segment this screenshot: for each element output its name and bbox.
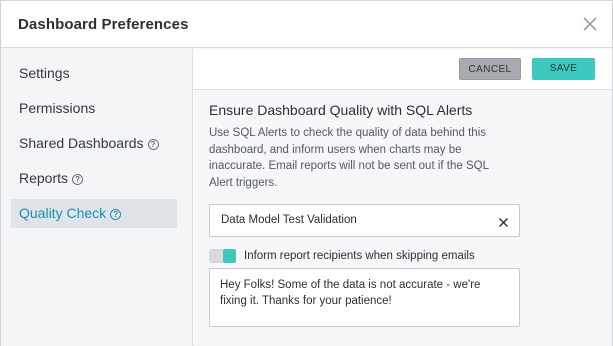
clear-icon[interactable] — [498, 215, 509, 227]
cancel-button[interactable]: CANCEL — [459, 58, 521, 80]
section-heading: Ensure Dashboard Quality with SQL Alerts — [209, 102, 473, 118]
sidebar-item-label: Settings — [19, 65, 70, 81]
sidebar-item-quality-check[interactable]: Quality Check? — [11, 199, 177, 228]
help-circle-icon[interactable]: ? — [72, 174, 84, 185]
action-toolbar: CANCEL SAVE — [194, 49, 612, 90]
quality-check-panel: Ensure Dashboard Quality with SQL Alerts… — [194, 90, 612, 346]
sidebar-item-label: Shared Dashboards — [19, 135, 144, 151]
dialog-title: Dashboard Preferences — [18, 16, 189, 33]
selected-alert-value: Data Model Test Validation — [221, 214, 357, 226]
sidebar-item-settings[interactable]: Settings — [11, 59, 177, 88]
toggle-knob — [223, 249, 236, 263]
sidebar-item-permissions[interactable]: Permissions — [11, 94, 177, 123]
dialog-header: Dashboard Preferences — [1, 1, 612, 48]
preferences-sidebar: Settings Permissions Shared Dashboards? … — [1, 49, 193, 346]
section-description: Use SQL Alerts to check the quality of d… — [209, 127, 489, 189]
sql-alert-select[interactable]: Data Model Test Validation — [209, 204, 520, 237]
save-button[interactable]: SAVE — [532, 58, 595, 80]
dashboard-preferences-dialog: Dashboard Preferences Settings Permissio… — [0, 0, 613, 346]
help-circle-icon[interactable]: ? — [147, 139, 159, 150]
sidebar-item-label: Permissions — [19, 100, 96, 116]
inform-recipients-toggle[interactable] — [209, 249, 236, 263]
help-circle-icon[interactable]: ? — [110, 209, 122, 220]
sidebar-item-label: Quality Check — [19, 205, 107, 221]
toggle-label: Inform report recipients when skipping e… — [244, 250, 475, 262]
close-icon[interactable] — [583, 17, 599, 33]
sidebar-item-reports[interactable]: Reports? — [11, 164, 177, 193]
sidebar-item-shared-dashboards[interactable]: Shared Dashboards? — [11, 129, 177, 158]
recipient-message-textarea[interactable]: Hey Folks! Some of the data is not accur… — [209, 268, 520, 327]
sidebar-item-label: Reports — [19, 170, 69, 186]
